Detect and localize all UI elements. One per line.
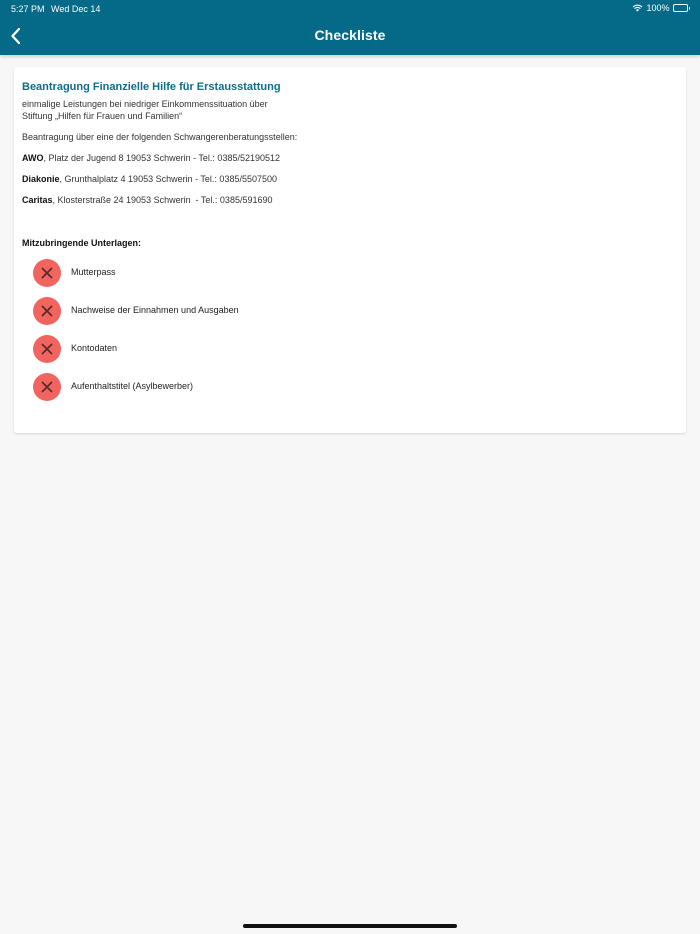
battery-percent: 100% [646, 3, 670, 13]
contact-details: , Grunthalplatz 4 19053 Schwerin - Tel.:… [59, 174, 277, 184]
document-item-kontodaten[interactable]: Kontodaten [33, 335, 533, 363]
home-indicator[interactable] [243, 924, 457, 928]
contact-name: Diakonie [22, 174, 60, 184]
document-item-aufenthaltstitel[interactable]: Aufenthaltstitel (Asylbewerber) [33, 373, 533, 401]
x-icon[interactable] [33, 335, 61, 363]
contact-name: AWO [22, 153, 44, 163]
documents-heading: Mitzubringende Unterlagen: [22, 238, 141, 248]
contact-awo: AWO, Platz der Jugend 8 19053 Schwerin -… [22, 153, 280, 163]
contact-diakonie: Diakonie, Grunthalplatz 4 19053 Schwerin… [22, 174, 277, 184]
intro-text: Beantragung über eine der folgenden Schw… [22, 132, 298, 142]
status-date: Wed Dec 14 [51, 4, 101, 14]
card-title: Beantragung Finanzielle Hilfe für Erstau… [22, 81, 281, 93]
status-time: 5:27 PM [11, 4, 45, 14]
document-label: Aufenthaltstitel (Asylbewerber) [71, 381, 194, 391]
screen: 5:27 PM Wed Dec 14 100% Checkliste Beant… [0, 0, 700, 934]
card-description: einmalige Leistungen bei niedriger Einko… [22, 99, 352, 122]
contact-details: , Platz der Jugend 8 19053 Schwerin - Te… [43, 153, 281, 163]
x-icon[interactable] [33, 373, 61, 401]
document-label: Mutterpass [71, 267, 116, 277]
battery-icon [672, 4, 690, 12]
description-line: einmalige Leistungen bei niedriger Einko… [22, 99, 268, 109]
contact-caritas: Caritas, Klosterstraße 24 19053 Schwerin… [22, 195, 272, 205]
document-item-nachweise[interactable]: Nachweise der Einnahmen und Ausgaben [33, 297, 533, 325]
document-item-mutterpass[interactable]: Mutterpass [33, 259, 533, 287]
document-label: Kontodaten [71, 343, 118, 353]
status-bar: 5:27 PM Wed Dec 14 100% [0, 0, 700, 17]
description-line: Stiftung „Hilfen für Frauen und Familien… [22, 110, 183, 121]
checklist-card: Beantragung Finanzielle Hilfe für Erstau… [14, 67, 686, 433]
status-right: 100% [632, 3, 690, 13]
document-label: Nachweise der Einnahmen und Ausgaben [71, 305, 239, 315]
x-icon[interactable] [33, 297, 61, 325]
page-title: Checkliste [314, 27, 386, 43]
contact-details: , Klosterstraße 24 19053 Schwerin - Tel.… [52, 195, 273, 205]
wifi-icon [633, 4, 643, 12]
x-icon[interactable] [33, 259, 61, 287]
navigation-bar: Checkliste [0, 17, 700, 55]
contact-name: Caritas [22, 195, 53, 205]
